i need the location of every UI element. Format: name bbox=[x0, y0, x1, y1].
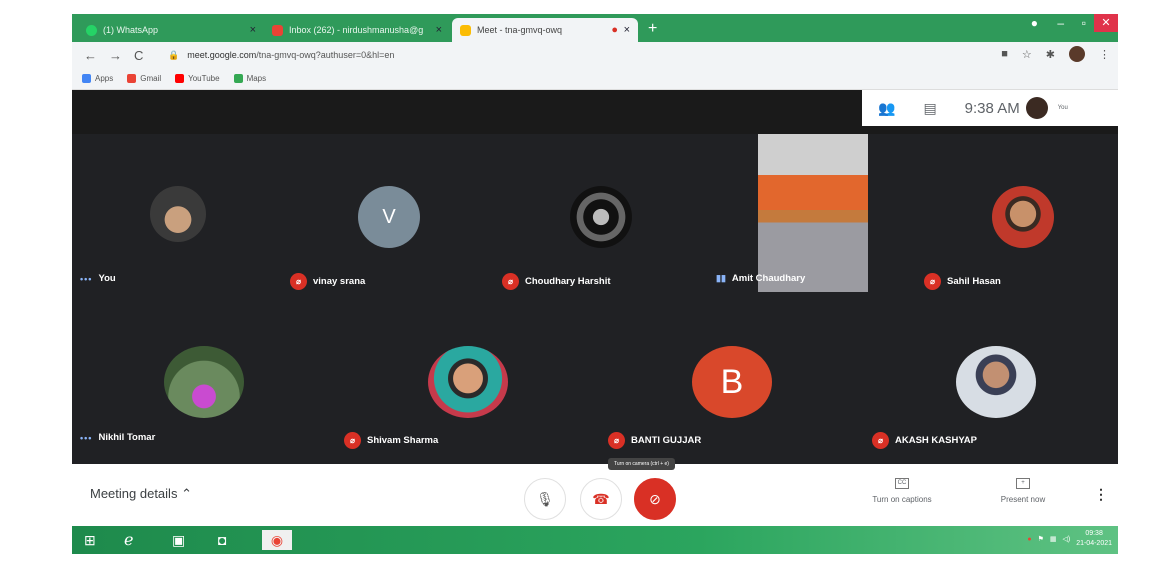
bookmark-youtube[interactable]: YouTube bbox=[175, 74, 220, 84]
leave-call-button[interactable]: ☎ bbox=[580, 478, 622, 520]
participant-name: ⌀ vinay srana bbox=[290, 273, 365, 290]
participant-name: ▮▮ Amit Chaudhary bbox=[716, 273, 806, 284]
mic-off-icon: ⌀ bbox=[502, 273, 519, 290]
meeting-info-bar: 👥 ▤ 9:38 AM You bbox=[862, 90, 1118, 126]
maximize-icon[interactable]: ▫ bbox=[1082, 16, 1086, 30]
mic-off-icon: ⌀ bbox=[608, 432, 625, 449]
participant-avatar bbox=[428, 346, 508, 418]
internet-explorer-icon[interactable]: ℯ bbox=[124, 530, 133, 550]
people-icon[interactable]: 👥 bbox=[878, 100, 895, 117]
more-options-icon[interactable]: ⋮ bbox=[1094, 486, 1108, 503]
mic-icon: 🎙 bbox=[536, 490, 554, 507]
tab-whatsapp[interactable]: (1) WhatsApp × bbox=[78, 18, 264, 42]
browser-menu-icon[interactable]: ● bbox=[1031, 16, 1038, 30]
mic-off-icon: ⌀ bbox=[872, 432, 889, 449]
mic-off-icon: ⌀ bbox=[290, 273, 307, 290]
apps-icon bbox=[82, 74, 91, 84]
speaking-icon: ▮▮ bbox=[716, 273, 726, 283]
volume-icon[interactable]: ◁) bbox=[1062, 535, 1070, 543]
participant-avatar bbox=[164, 346, 244, 418]
store-icon[interactable]: ◘ bbox=[218, 530, 226, 550]
tab-strip: (1) WhatsApp × Inbox (262) - nirdushmanu… bbox=[72, 14, 1118, 42]
whatsapp-icon bbox=[86, 24, 97, 36]
participant-avatar-initial: V bbox=[358, 186, 420, 248]
network-icon[interactable]: ▦ bbox=[1050, 535, 1057, 543]
participant-avatar bbox=[956, 346, 1036, 418]
close-tab-icon[interactable]: × bbox=[250, 24, 256, 36]
participant-avatar bbox=[992, 186, 1054, 248]
recording-icon: ● bbox=[611, 24, 618, 36]
camera-permission-icon[interactable]: ■ bbox=[1001, 48, 1008, 60]
bookmarks-bar: Apps Gmail YouTube Maps bbox=[72, 68, 1118, 90]
camera-tooltip: Turn on camera (ctrl + e) bbox=[608, 458, 675, 470]
hang-up-icon: ☎ bbox=[592, 490, 610, 507]
participant-name: ••• Nikhil Tomar bbox=[80, 432, 156, 443]
flag-icon[interactable]: ⚑ bbox=[1038, 535, 1044, 543]
captions-button[interactable]: CC Turn on captions bbox=[862, 478, 942, 504]
gmail-icon bbox=[127, 74, 137, 84]
os-taskbar: ⊞ ℯ ▣ ◘ ◉ ● ⚑ ▦ ◁) 09:38 21-04-2021 bbox=[72, 526, 1118, 554]
system-tray: ● ⚑ ▦ ◁) 09:38 21-04-2021 bbox=[1027, 529, 1112, 549]
audio-dots-icon: ••• bbox=[80, 273, 93, 284]
extensions-icon[interactable]: ✱ bbox=[1046, 48, 1055, 61]
lock-icon: 🔒 bbox=[168, 49, 180, 60]
close-tab-icon[interactable]: × bbox=[624, 24, 630, 36]
url-field[interactable]: 🔒 meet.google.com/tna-gmvq-owq?authuser=… bbox=[168, 46, 1048, 64]
close-window-icon[interactable]: ✕ bbox=[1094, 14, 1118, 32]
meet-icon bbox=[460, 24, 471, 36]
participant-name: ⌀ AKASH KASHYAP bbox=[872, 432, 977, 449]
youtube-icon bbox=[175, 74, 185, 84]
back-icon[interactable]: ← bbox=[84, 48, 97, 63]
participant-video bbox=[758, 134, 868, 292]
camera-off-icon: ⊘ bbox=[649, 490, 661, 507]
chrome-icon[interactable]: ◉ bbox=[262, 530, 292, 550]
star-icon[interactable]: ☆ bbox=[1022, 48, 1032, 61]
gmail-icon bbox=[272, 24, 283, 36]
maps-icon bbox=[233, 74, 243, 84]
meeting-controls-bar: Meeting details ⌃ Turn on camera (ctrl +… bbox=[72, 458, 1118, 526]
participant-avatar bbox=[150, 186, 206, 242]
self-label: You bbox=[1057, 105, 1068, 111]
windows-start-icon[interactable]: ⊞ bbox=[84, 530, 96, 550]
meeting-details-button[interactable]: Meeting details ⌃ bbox=[90, 486, 192, 502]
self-avatar[interactable] bbox=[1025, 97, 1048, 119]
participant-name: ⌀ Choudhary Harshit bbox=[502, 273, 611, 290]
participant-name: ⌀ Sahil Hasan bbox=[924, 273, 1001, 290]
mic-button[interactable]: 🎙 bbox=[524, 478, 566, 520]
address-bar: ← → C 🔒 meet.google.com/tna-gmvq-owq?aut… bbox=[72, 42, 1118, 68]
mic-off-icon: ⌀ bbox=[344, 432, 361, 449]
new-tab-icon[interactable]: + bbox=[648, 20, 657, 38]
camera-button[interactable]: ⊘ bbox=[634, 478, 676, 520]
bookmark-maps[interactable]: Maps bbox=[233, 74, 266, 84]
chat-icon[interactable]: ▤ bbox=[923, 100, 936, 117]
captions-icon: CC bbox=[895, 478, 909, 489]
present-now-button[interactable]: + Present now bbox=[988, 478, 1058, 504]
kebab-menu-icon[interactable]: ⋮ bbox=[1099, 48, 1110, 61]
tab-gmail[interactable]: Inbox (262) - nirdushmanusha@g × bbox=[264, 18, 450, 42]
browser-window: (1) WhatsApp × Inbox (262) - nirdushmanu… bbox=[72, 14, 1118, 554]
file-explorer-icon[interactable]: ▣ bbox=[172, 530, 185, 550]
participant-name: ••• You bbox=[80, 273, 116, 284]
present-icon: + bbox=[1016, 478, 1030, 489]
minimize-icon[interactable]: – bbox=[1057, 16, 1064, 30]
close-tab-icon[interactable]: × bbox=[436, 24, 442, 36]
meeting-clock: 9:38 AM bbox=[964, 99, 1020, 117]
participant-avatar bbox=[570, 186, 632, 248]
notification-icon[interactable]: ● bbox=[1027, 536, 1031, 543]
mic-off-icon: ⌀ bbox=[924, 273, 941, 290]
bookmark-apps[interactable]: Apps bbox=[82, 74, 113, 84]
reload-icon[interactable]: C bbox=[134, 48, 143, 63]
taskbar-clock[interactable]: 09:38 21-04-2021 bbox=[1076, 529, 1112, 549]
audio-dots-icon: ••• bbox=[80, 432, 93, 443]
participant-name: ⌀ Shivam Sharma bbox=[344, 432, 438, 449]
bookmark-gmail[interactable]: Gmail bbox=[127, 74, 161, 84]
participant-name: ⌀ BANTI GUJJAR bbox=[608, 432, 701, 449]
meeting-grid: 👥 ▤ 9:38 AM You ••• You V ⌀ vinay srana … bbox=[72, 90, 1118, 464]
tab-meet[interactable]: Meet - tna-gmvq-owq ● × bbox=[452, 18, 638, 42]
forward-icon[interactable]: → bbox=[109, 48, 122, 63]
profile-avatar[interactable] bbox=[1069, 46, 1085, 62]
participant-avatar-initial: B bbox=[692, 346, 772, 418]
